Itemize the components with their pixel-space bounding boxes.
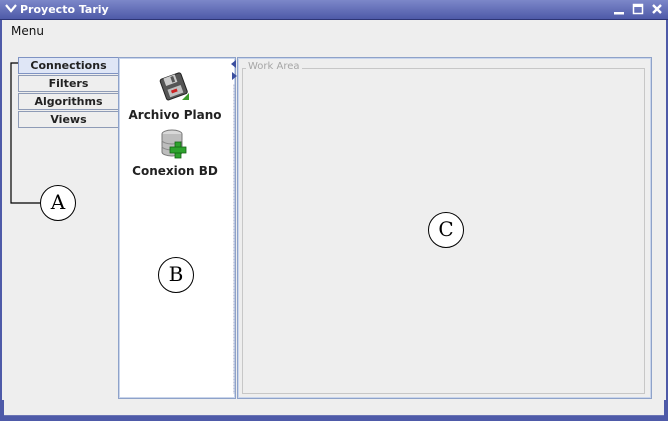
tool-archivo-plano[interactable]: Archivo Plano (120, 70, 230, 122)
window-border-left (0, 20, 2, 420)
divider-grip (233, 84, 235, 394)
status-strip (4, 400, 664, 416)
application-window: Proyecto Tariy Menu Connections Filters … (0, 0, 668, 421)
collapse-left-icon[interactable] (231, 60, 236, 68)
tool-conexion-bd[interactable]: Conexion BD (120, 128, 230, 178)
database-add-icon (161, 129, 187, 159)
work-area-title: Work Area (246, 61, 302, 72)
annotation-b: B (158, 257, 194, 293)
floppy-disk-icon (159, 72, 189, 101)
tool-label-archivo-plano: Archivo Plano (128, 108, 222, 122)
tool-label-conexion-bd: Conexion BD (132, 164, 218, 178)
annotation-c: C (428, 212, 464, 248)
annotation-a: A (40, 185, 76, 221)
